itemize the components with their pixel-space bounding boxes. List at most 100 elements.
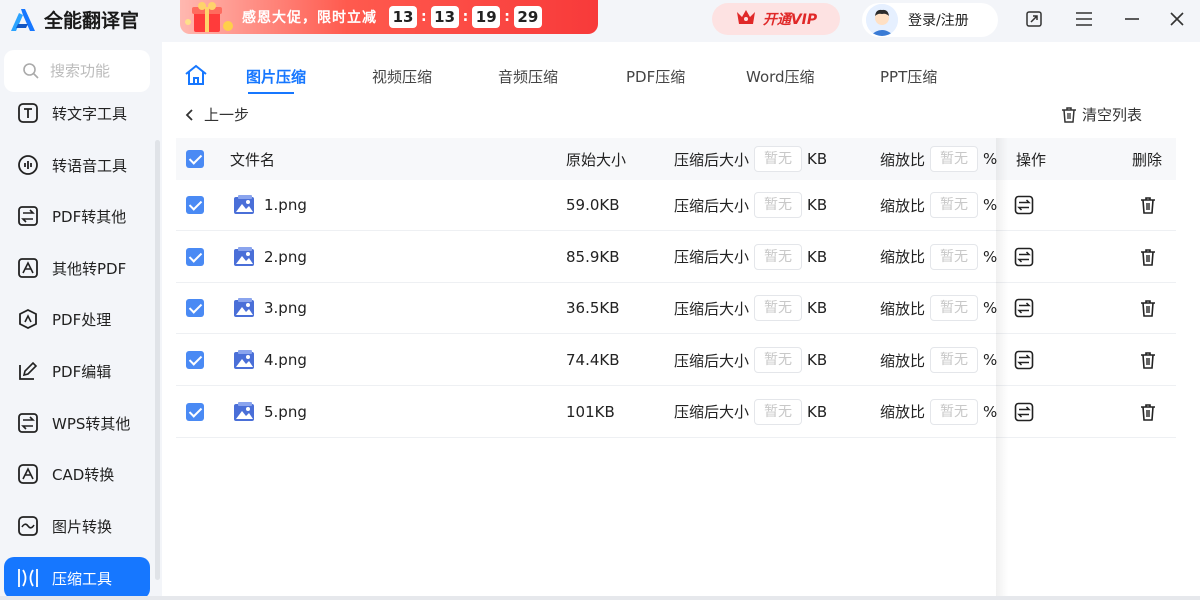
- search-box[interactable]: [4, 50, 150, 92]
- sidebar-item-image-convert[interactable]: 图片转换: [4, 505, 150, 547]
- mini-mode-button[interactable]: [1023, 8, 1045, 30]
- row-ratio-input[interactable]: [930, 295, 979, 322]
- file-name: 4.png: [264, 351, 307, 370]
- image-file-icon: [232, 246, 256, 268]
- row-checkbox[interactable]: [186, 351, 204, 370]
- row-ratio-input[interactable]: [930, 347, 979, 374]
- minimize-icon: [1125, 18, 1139, 20]
- convert-button[interactable]: [1014, 335, 1034, 385]
- kb-unit: KB: [807, 299, 828, 318]
- app-title: 全能翻译官: [44, 10, 140, 32]
- sidebar-item-compress-tools[interactable]: 压缩工具: [4, 557, 150, 599]
- sidebar-item-label: PDF编辑: [52, 362, 112, 381]
- app-logo: 全能翻译官: [10, 6, 139, 33]
- bottom-scrollbar[interactable]: [0, 596, 1200, 600]
- app-logo-icon: [10, 7, 36, 33]
- trash-icon: [1141, 248, 1155, 266]
- image-icon: [16, 514, 40, 538]
- back-label: 上一步: [204, 106, 250, 124]
- row-ratio-input[interactable]: [930, 398, 979, 425]
- tab-image-compress[interactable]: 图片压缩: [246, 66, 306, 87]
- menu-button[interactable]: [1073, 8, 1095, 30]
- delete-button[interactable]: [1138, 232, 1158, 282]
- swap-icon: [16, 204, 40, 228]
- sidebar-item-voice-tools[interactable]: 转语音工具: [4, 144, 150, 186]
- convert-button[interactable]: [1014, 283, 1034, 333]
- row-checkbox[interactable]: [186, 299, 204, 318]
- swap-icon: [1014, 350, 1034, 370]
- delete-button[interactable]: [1138, 283, 1158, 333]
- sidebar-item-wps-to-other[interactable]: WPS转其他: [4, 402, 150, 444]
- table-row: 5.png 101KB 压缩后大小 KB 缩放比 %: [176, 387, 1176, 438]
- header-compressed-size: 压缩后大小 KB: [674, 138, 827, 180]
- row-compressed-size-input[interactable]: [754, 398, 803, 425]
- row-compressed-size-input[interactable]: [754, 192, 803, 218]
- delete-button[interactable]: [1138, 180, 1158, 230]
- ratio-label: 缩放比: [880, 248, 926, 267]
- operation-column-shadow: [996, 138, 1008, 600]
- timer-seconds: 29: [513, 6, 542, 28]
- sidebar-item-label: WPS转其他: [52, 414, 131, 433]
- table-row: 3.png 36.5KB 压缩后大小 KB 缩放比 %: [176, 283, 1176, 335]
- row-checkbox[interactable]: [186, 247, 204, 266]
- table-header: 文件名 原始大小 压缩后大小 KB 缩放比 % 操作 删除: [176, 138, 1176, 180]
- sidebar-item-other-to-pdf[interactable]: 其他转PDF: [4, 247, 150, 289]
- swap-icon: [1014, 195, 1034, 215]
- sidebar-scrollbar[interactable]: [155, 140, 160, 580]
- wps-swap-icon: [16, 411, 40, 435]
- pdf-process-icon: [16, 307, 40, 331]
- tab-ppt-compress[interactable]: PPT压缩: [880, 66, 937, 87]
- swap-icon: [1014, 247, 1034, 266]
- convert-button[interactable]: [1014, 232, 1034, 282]
- row-ratio-input[interactable]: [930, 192, 979, 218]
- minimize-button[interactable]: [1121, 8, 1143, 30]
- search-input[interactable]: [50, 62, 146, 80]
- home-button[interactable]: [184, 64, 208, 86]
- image-file-icon: [232, 297, 256, 319]
- sidebar-item-cad-convert[interactable]: CAD转换: [4, 453, 150, 495]
- search-icon: [23, 63, 39, 79]
- convert-button[interactable]: [1014, 387, 1034, 437]
- sidebar-item-text-tools[interactable]: 转文字工具: [4, 92, 150, 134]
- sidebar-item-pdf-edit[interactable]: PDF编辑: [4, 350, 150, 392]
- tab-word-compress[interactable]: Word压缩: [746, 66, 815, 87]
- header-operation: 操作: [1016, 150, 1047, 169]
- compressed-size-input[interactable]: [754, 146, 803, 172]
- delete-button[interactable]: [1138, 387, 1158, 437]
- kb-unit: KB: [807, 402, 828, 421]
- compress-icon: [16, 566, 40, 590]
- row-compressed-size-input[interactable]: [754, 243, 803, 270]
- back-button[interactable]: 上一步: [184, 104, 249, 125]
- file-size: 101KB: [566, 402, 615, 421]
- gift-icon: [180, 0, 242, 34]
- row-checkbox[interactable]: [186, 402, 204, 421]
- sidebar-item-pdf-to-other[interactable]: PDF转其他: [4, 195, 150, 237]
- tab-video-compress[interactable]: 视频压缩: [372, 66, 432, 87]
- convert-button[interactable]: [1014, 180, 1034, 230]
- countdown-timer: 13 : 13 : 19 : 29: [389, 6, 542, 28]
- main-panel: 图片压缩 视频压缩 音频压缩 PDF压缩 Word压缩 PPT压缩 上一步 清空…: [162, 42, 1200, 600]
- row-compressed-size-input[interactable]: [754, 347, 803, 374]
- kb-unit: KB: [807, 247, 828, 266]
- tab-audio-compress[interactable]: 音频压缩: [498, 66, 558, 87]
- table-row: 4.png 74.4KB 压缩后大小 KB 缩放比 %: [176, 335, 1176, 387]
- sidebar-item-label: CAD转换: [52, 465, 115, 484]
- login-button[interactable]: 登录/注册: [862, 3, 998, 37]
- clear-list-button[interactable]: 清空列表: [1060, 104, 1142, 125]
- promo-banner[interactable]: 感恩大促，限时立减 13 : 13 : 19 : 29: [180, 0, 598, 34]
- row-compressed-size-input[interactable]: [754, 295, 803, 322]
- vip-button[interactable]: 开通VIP: [712, 3, 840, 35]
- hamburger-icon: [1076, 12, 1092, 26]
- file-name: 5.png: [264, 402, 307, 421]
- ratio-input[interactable]: [930, 146, 979, 172]
- delete-button[interactable]: [1138, 335, 1158, 385]
- select-all-checkbox[interactable]: [186, 150, 204, 168]
- sidebar-item-pdf-process[interactable]: PDF处理: [4, 298, 150, 340]
- close-button[interactable]: [1166, 8, 1188, 30]
- row-checkbox[interactable]: [186, 196, 204, 214]
- trash-icon: [1141, 300, 1155, 318]
- row-ratio-input[interactable]: [930, 243, 979, 270]
- tab-pdf-compress[interactable]: PDF压缩: [626, 66, 685, 87]
- file-size: 85.9KB: [566, 247, 620, 266]
- sidebar-item-label: 转语音工具: [52, 156, 128, 175]
